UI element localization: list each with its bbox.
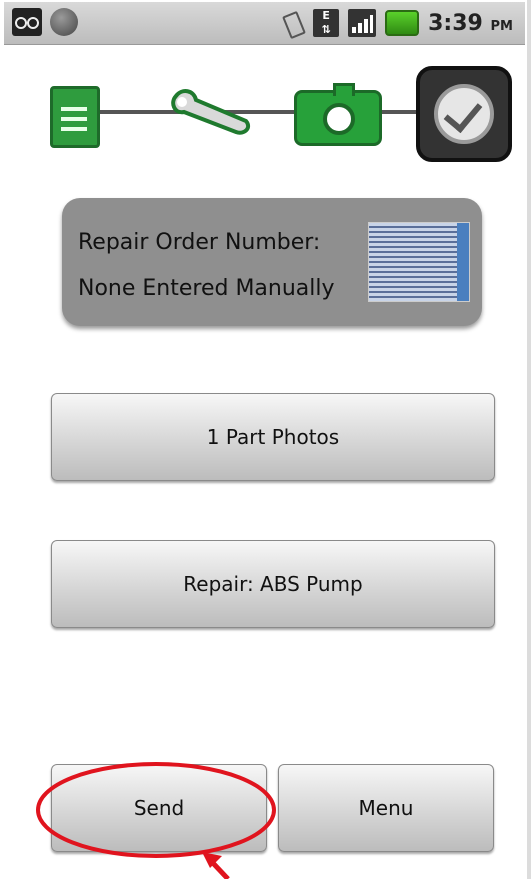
vibrate-icon <box>278 10 307 40</box>
voicemail-icon <box>12 8 42 36</box>
document-icon[interactable] <box>50 86 100 148</box>
status-bar-right: E ⇅ 3:39 PM <box>278 9 513 40</box>
repair-order-label: Repair Order Number: <box>78 230 321 255</box>
repair-order-thumbnail[interactable] <box>368 222 470 302</box>
workflow-connector <box>70 110 470 114</box>
clock-ampm: PM <box>490 18 513 34</box>
part-photos-button[interactable]: 1 Part Photos <box>51 393 495 481</box>
workflow-progress <box>50 66 512 162</box>
wrench-icon[interactable] <box>166 88 256 136</box>
repair-order-panel[interactable]: Repair Order Number: None Entered Manual… <box>62 198 482 326</box>
status-bar-left <box>12 8 78 36</box>
network-label: E <box>322 9 330 22</box>
app-screen: E ⇅ 3:39 PM Repair Order Number: None Ent… <box>0 0 531 879</box>
frame-border <box>527 0 531 879</box>
network-data-icon: E ⇅ <box>313 9 340 37</box>
status-clock: 3:39 PM <box>428 11 513 36</box>
menu-button[interactable]: Menu <box>278 764 494 852</box>
send-button[interactable]: Send <box>51 764 267 852</box>
status-bar: E ⇅ 3:39 PM <box>4 2 525 45</box>
check-icon[interactable] <box>416 66 512 162</box>
repair-button[interactable]: Repair: ABS Pump <box>51 540 495 628</box>
camera-icon[interactable] <box>294 83 382 146</box>
pointer-arrow <box>202 852 230 879</box>
repair-order-value: None Entered Manually <box>78 276 335 301</box>
signal-icon <box>348 9 377 37</box>
battery-icon <box>385 10 420 36</box>
notification-dot-icon <box>50 8 78 36</box>
clock-time: 3:39 <box>428 10 483 36</box>
